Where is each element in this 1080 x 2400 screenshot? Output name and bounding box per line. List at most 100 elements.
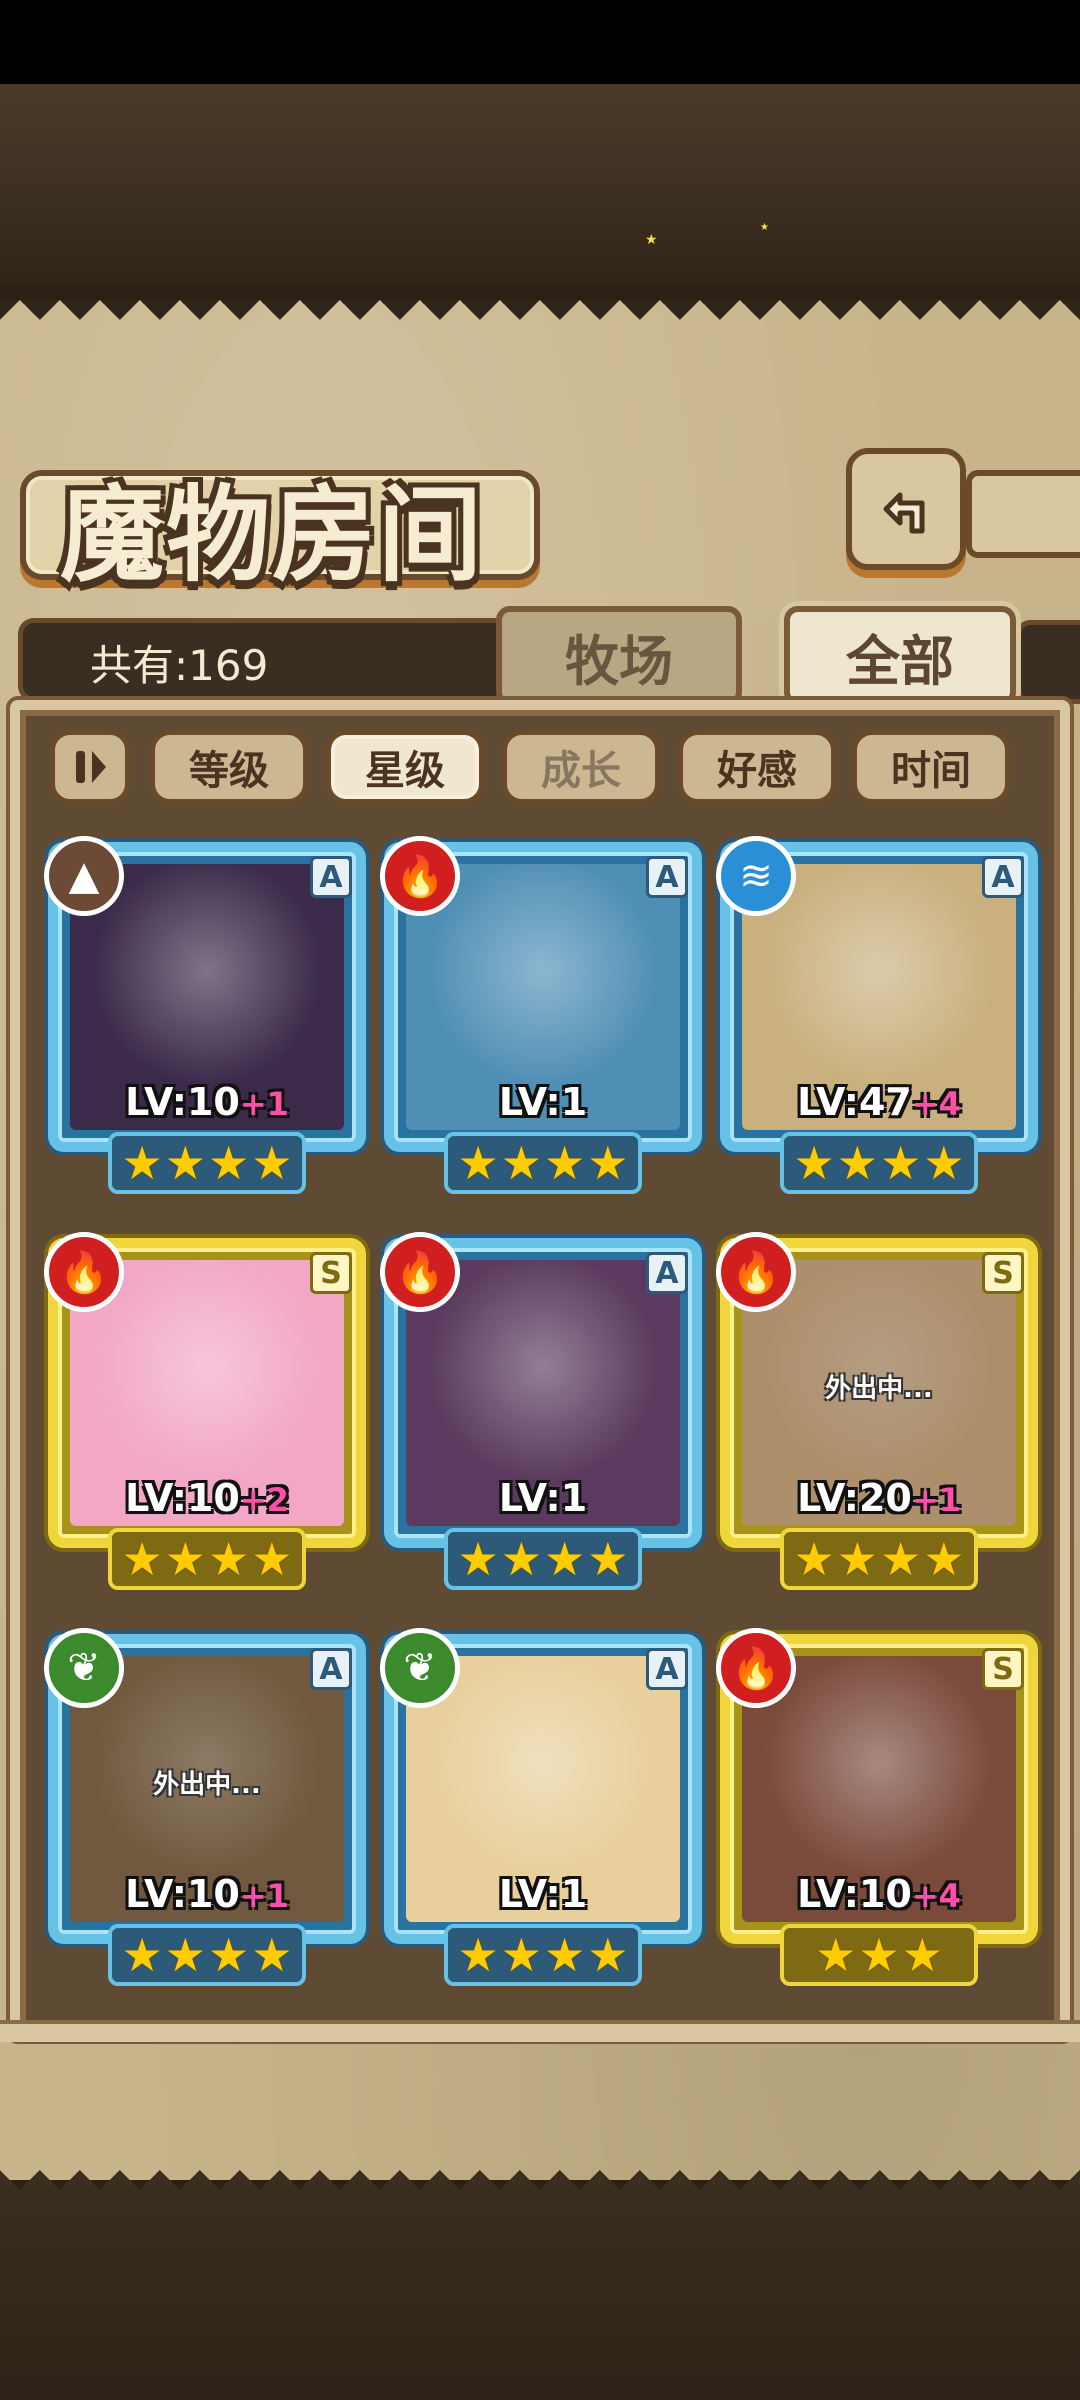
monster-card[interactable]: A ≋ LV:47+4 ★ ★ ★ ★ [716, 836, 1038, 1202]
map-bottom-band [0, 2190, 1080, 2400]
star-icon: ★ [587, 1136, 629, 1190]
monster-count: 共有:169 [90, 641, 269, 690]
star-icon: ★ [923, 1532, 965, 1586]
star-icon: ★ [500, 1928, 542, 1982]
page-title: 魔物房间 [60, 473, 485, 596]
star-rating: ★ ★ ★ ★ [108, 1924, 306, 1986]
monster-card[interactable]: A 🔥 LV:1 ★ ★ ★ ★ [380, 1232, 702, 1598]
level-value: LV:10 [797, 1872, 912, 1916]
star-icon: ★ [544, 1928, 586, 1982]
star-icon: ★ [500, 1532, 542, 1586]
star-rating: ★ ★ ★ ★ [780, 1132, 978, 1194]
level-value: LV:10 [125, 1476, 240, 1520]
wood-element-icon: ❦ [380, 1628, 460, 1708]
level-value: LV:10 [125, 1872, 240, 1916]
star-icon: ★ [544, 1136, 586, 1190]
rank-badge: A [982, 856, 1024, 898]
tab-bar-tail [1016, 620, 1080, 704]
star-icon: ★ [164, 1532, 206, 1586]
star-rating: ★ ★ ★ ★ [108, 1528, 306, 1590]
level-bonus: +4 [911, 1085, 961, 1123]
tab-all[interactable]: 全部 [784, 606, 1016, 706]
star-icon: ★ [793, 1136, 835, 1190]
level-bonus: +4 [911, 1877, 961, 1915]
rank-badge: S [982, 1252, 1024, 1294]
rank-badge: S [310, 1252, 352, 1294]
star-rating: ★ ★ ★ [780, 1924, 978, 1986]
monster-level: LV:47+4 [720, 1080, 1038, 1124]
torn-edge-top [0, 300, 1080, 340]
level-value: LV:20 [797, 1476, 912, 1520]
monster-card[interactable]: S 🔥 LV:10+4 ★ ★ ★ [716, 1628, 1038, 1994]
level-bonus: +2 [239, 1481, 289, 1519]
star-icon: ★ [923, 1136, 965, 1190]
star-rating: ★ ★ ★ ★ [108, 1132, 306, 1194]
level-value: LV:10 [125, 1080, 240, 1124]
monster-card[interactable]: 外出中... S 🔥 LV:20+1 ★ ★ ★ ★ [716, 1232, 1038, 1598]
monster-level: LV:10+2 [48, 1476, 366, 1520]
level-value: LV:1 [498, 1872, 588, 1916]
sort-level-button[interactable]: 等级 [150, 730, 308, 804]
level-bonus: +1 [911, 1481, 961, 1519]
star-icon: ★ [544, 1532, 586, 1586]
monster-level: LV:20+1 [720, 1476, 1038, 1520]
level-value: LV:47 [797, 1080, 912, 1124]
monster-level: LV:10+4 [720, 1872, 1038, 1916]
star-icon: ★ [880, 1136, 922, 1190]
tab-ranch[interactable]: 牧场 [496, 606, 742, 706]
sort-order-toggle[interactable] [50, 730, 130, 804]
star-icon: ★ [457, 1928, 499, 1982]
sort-affection-button[interactable]: 好感 [678, 730, 836, 804]
map-top-band [0, 84, 1080, 284]
sparkle-icon: ★ [760, 222, 769, 233]
star-icon: ★ [251, 1532, 293, 1586]
level-bonus: +1 [239, 1085, 289, 1123]
star-icon: ★ [587, 1928, 629, 1982]
level-value: LV:1 [498, 1080, 588, 1124]
level-bonus: +1 [239, 1877, 289, 1915]
star-icon: ★ [164, 1136, 206, 1190]
monster-card[interactable]: 外出中... A ❦ LV:10+1 ★ ★ ★ ★ [44, 1628, 366, 1994]
sort-time-button[interactable]: 时间 [852, 730, 1010, 804]
status-bar [0, 0, 1080, 84]
rank-badge: A [310, 1648, 352, 1690]
rank-badge: A [310, 856, 352, 898]
star-icon: ★ [815, 1928, 857, 1982]
fire-element-icon: 🔥 [44, 1232, 124, 1312]
pause-sort-icon [76, 751, 106, 783]
star-icon: ★ [251, 1136, 293, 1190]
monster-card[interactable]: A 🔥 LV:1 ★ ★ ★ ★ [380, 836, 702, 1202]
sort-growth-button[interactable]: 成长 [502, 730, 660, 804]
rank-badge: A [646, 856, 688, 898]
panel-bottom-rail [0, 2020, 1080, 2042]
fire-element-icon: 🔥 [716, 1232, 796, 1312]
fire-element-icon: 🔥 [380, 1232, 460, 1312]
star-icon: ★ [457, 1136, 499, 1190]
star-icon: ★ [251, 1928, 293, 1982]
rank-badge: A [646, 1252, 688, 1294]
sort-star-button[interactable]: 星级 [326, 730, 484, 804]
back-button[interactable] [846, 448, 966, 570]
water-element-icon: ≋ [716, 836, 796, 916]
star-icon: ★ [208, 1928, 250, 1982]
star-icon: ★ [587, 1532, 629, 1586]
star-icon: ★ [793, 1532, 835, 1586]
rank-badge: S [982, 1648, 1024, 1690]
star-rating: ★ ★ ★ ★ [444, 1924, 642, 1986]
wood-element-icon: ❦ [44, 1628, 124, 1708]
fire-element-icon: 🔥 [380, 836, 460, 916]
star-icon: ★ [121, 1136, 163, 1190]
star-icon: ★ [121, 1928, 163, 1982]
star-icon: ★ [880, 1532, 922, 1586]
star-icon: ★ [836, 1136, 878, 1190]
monster-card[interactable]: S 🔥 LV:10+2 ★ ★ ★ ★ [44, 1232, 366, 1598]
star-icon: ★ [208, 1136, 250, 1190]
monster-card[interactable]: A ▲ LV:10+1 ★ ★ ★ ★ [44, 836, 366, 1202]
star-rating: ★ ★ ★ ★ [444, 1528, 642, 1590]
monster-card[interactable]: A ❦ LV:1 ★ ★ ★ ★ [380, 1628, 702, 1994]
sparkle-icon: ★ [645, 232, 658, 248]
fire-element-icon: 🔥 [716, 1628, 796, 1708]
monster-level: LV:1 [384, 1476, 702, 1520]
monster-level: LV:1 [384, 1080, 702, 1124]
back-button-tail [966, 470, 1080, 558]
